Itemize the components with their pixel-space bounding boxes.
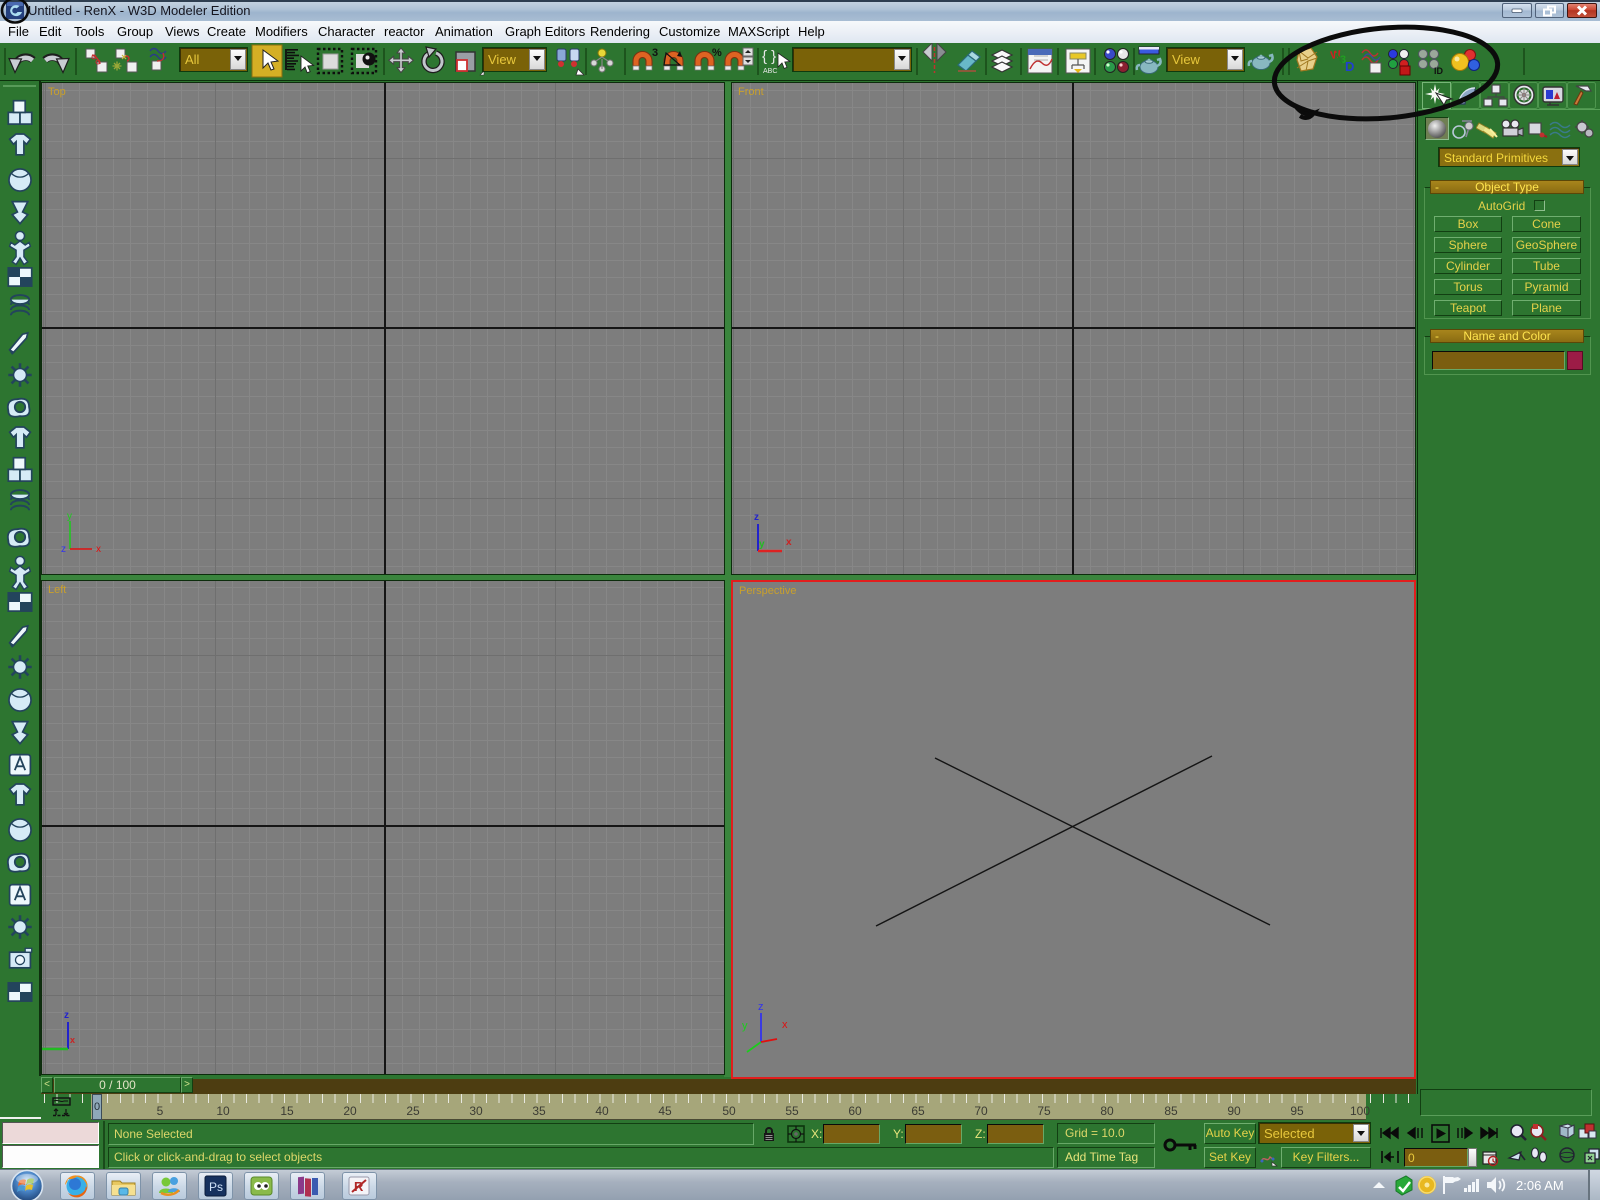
svg-text:x: x	[782, 1019, 788, 1031]
svg-text:D: D	[1345, 59, 1354, 74]
svg-text:z: z	[758, 1001, 764, 1013]
svg-text:ABC: ABC	[763, 68, 777, 75]
svg-text:Ps: Ps	[209, 1180, 223, 1194]
svg-text:ID: ID	[1434, 66, 1444, 76]
svg-text:z: z	[754, 512, 759, 523]
svg-text:{ }: { }	[762, 48, 776, 65]
svg-text:%: %	[712, 47, 722, 59]
svg-text:y: y	[67, 511, 72, 522]
svg-text:x: x	[96, 544, 101, 555]
svg-text:3: 3	[652, 47, 658, 59]
svg-text:z: z	[61, 544, 66, 555]
svg-text:x: x	[786, 537, 792, 548]
svg-text:z: z	[64, 1010, 69, 1021]
svg-text:y: y	[759, 539, 765, 550]
svg-text:x: x	[70, 1035, 75, 1045]
svg-text:y: y	[742, 1020, 748, 1032]
